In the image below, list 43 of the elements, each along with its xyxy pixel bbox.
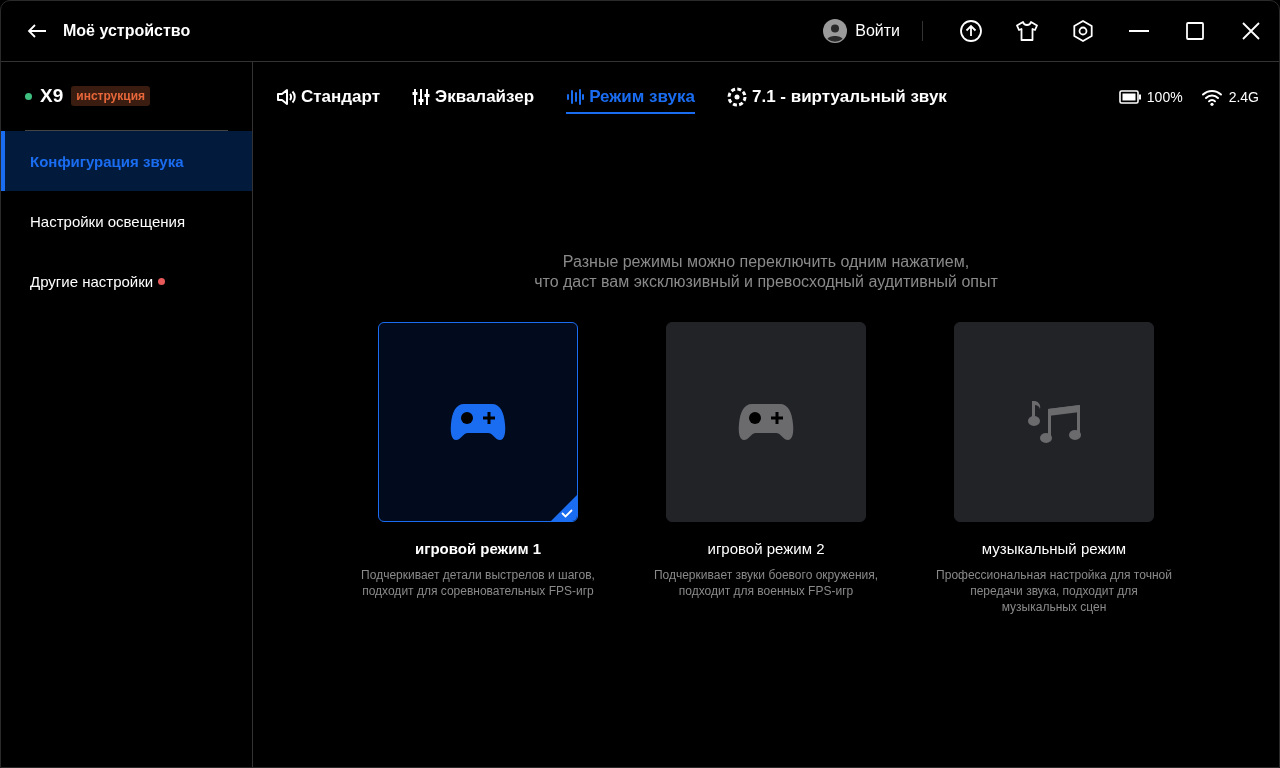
sidebar-item-label: Конфигурация звука — [30, 152, 184, 170]
gamepad-icon — [738, 402, 794, 442]
music-notes-icon — [1026, 399, 1082, 445]
gamepad-icon — [450, 402, 506, 442]
tab[interactable]: Эквалайзер — [412, 80, 535, 114]
mode-description: Профессиональная настройка для точной передачи звука, подходит для музыкальных сцен — [936, 567, 1172, 615]
intro-text: Разные режимы можно переключить одним нажатием, что даст вам эксклюзивный и превосходный аудитивный опыт — [534, 252, 998, 292]
minimize-icon — [1129, 30, 1149, 32]
mode-description: Подчеркивает звуки боевого окружения, подходит для военных FPS-игр — [652, 567, 880, 599]
tab[interactable]: Стандарт — [276, 80, 381, 114]
sound-wave-icon — [566, 87, 585, 106]
mode-title: игровой режим 1 — [414, 540, 542, 557]
window-title: Моё устройство — [63, 22, 191, 40]
mode-card[interactable] — [378, 322, 578, 522]
maximize-icon — [1183, 19, 1207, 43]
wireless-label: 2.4G — [1228, 89, 1259, 105]
mode-description: Подчеркивает детали выстрелов и шагов, подходит для соревновательных FPS-игр — [360, 567, 596, 599]
sidebar-item[interactable]: Другие настройки — [1, 251, 252, 311]
user-avatar-icon — [823, 19, 848, 43]
upload-icon — [959, 19, 983, 43]
sliders-icon — [412, 87, 431, 106]
t-shirt-icon — [1015, 19, 1039, 43]
login-button[interactable]: Войти — [823, 19, 900, 43]
speaker-icon — [276, 87, 296, 106]
sidebar-item-label: Настройки освещения — [30, 212, 185, 230]
wifi-icon — [1200, 88, 1223, 106]
mode-title: музыкальный режим — [981, 540, 1127, 557]
back-arrow-icon — [27, 23, 47, 39]
mode-card[interactable] — [666, 322, 866, 522]
sidebar-item-label: Другие настройки — [30, 272, 154, 290]
sidebar-item[interactable]: Конфигурация звука — [1, 131, 252, 191]
device-name: X9 — [40, 85, 64, 107]
status-dot — [25, 92, 32, 100]
tab[interactable]: Режим звука — [566, 80, 695, 114]
checkmark-icon — [551, 495, 577, 521]
battery-level: 100% — [1146, 89, 1183, 105]
manual-link[interactable]: инструкция — [71, 86, 151, 106]
surround-sound-icon — [726, 86, 747, 107]
mode-title: игровой режим 2 — [707, 540, 825, 557]
battery-icon — [1118, 90, 1141, 104]
tab[interactable]: 7.1 - виртуальный звук — [726, 80, 947, 114]
sidebar-item[interactable]: Настройки освещения — [1, 191, 252, 251]
settings-icon — [1071, 19, 1095, 43]
